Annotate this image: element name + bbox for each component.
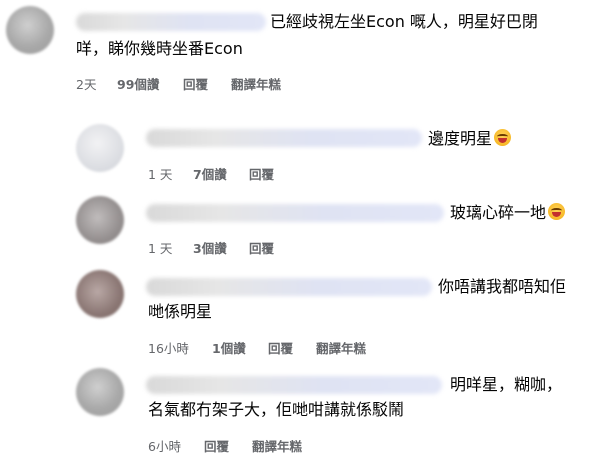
like-count[interactable]: 1個讚 xyxy=(212,338,246,357)
reply-button[interactable]: 回覆 xyxy=(249,164,274,183)
translate-button[interactable]: 翻譯年糕 xyxy=(231,74,281,93)
comment-text: 邊度明星 xyxy=(428,126,512,152)
translate-button[interactable]: 翻譯年糕 xyxy=(252,436,302,455)
comment-body: 玻璃心碎一地 xyxy=(450,203,547,222)
comment-text: 玻璃心碎一地 xyxy=(450,200,566,226)
comment-text: 明咩星，糊咖， xyxy=(450,375,563,394)
commenter-name-blurred[interactable] xyxy=(146,129,422,147)
comment-meta: 6小時 回覆 翻譯年糕 xyxy=(148,436,448,454)
comment-meta: 1 天 3個讚 回覆 xyxy=(148,238,348,256)
commenter-name-blurred[interactable] xyxy=(146,204,444,222)
like-count[interactable]: 7個讚 xyxy=(193,164,227,183)
comment-time[interactable]: 16小時 xyxy=(148,338,189,357)
commenter-name-blurred[interactable] xyxy=(76,13,266,31)
avatar[interactable] xyxy=(76,196,124,244)
comment-time[interactable]: 1 天 xyxy=(148,238,172,257)
like-count[interactable]: 3個讚 xyxy=(193,238,227,257)
comment-meta: 16小時 1個讚 回覆 翻譯年糕 xyxy=(148,338,448,356)
reply-button[interactable]: 回覆 xyxy=(183,74,208,93)
comment-text-cont: 哋係明星 xyxy=(148,302,213,321)
reply-button[interactable]: 回覆 xyxy=(268,338,293,357)
comment-meta: 2天 99個讚 回覆 翻譯年糕 xyxy=(76,74,376,92)
comment-time[interactable]: 1 天 xyxy=(148,164,172,183)
commenter-name-blurred[interactable] xyxy=(146,278,432,296)
laughing-crying-emoji-icon xyxy=(494,129,512,146)
comment-text-cont: 咩，睇你幾時坐番Econ xyxy=(76,39,243,58)
reply-button[interactable]: 回覆 xyxy=(204,436,229,455)
comment-time[interactable]: 2天 xyxy=(76,74,96,93)
comment-time[interactable]: 6小時 xyxy=(148,436,181,455)
laughing-crying-emoji-icon xyxy=(548,203,566,220)
comment-text: 已經歧視左坐Econ 嘅人，明星好巴閉 xyxy=(270,12,538,31)
translate-button[interactable]: 翻譯年糕 xyxy=(316,338,366,357)
comment-text: 你唔講我都唔知佢 xyxy=(438,277,567,296)
comment-meta: 1 天 7個讚 回覆 xyxy=(148,164,348,182)
like-count[interactable]: 99個讚 xyxy=(117,74,159,93)
avatar[interactable] xyxy=(76,368,124,416)
comment-text-cont: 名氣都冇架子大，佢哋咁講就係駁鬧 xyxy=(148,400,405,419)
comment-body: 邊度明星 xyxy=(428,129,493,148)
avatar[interactable] xyxy=(76,270,124,318)
avatar[interactable] xyxy=(6,6,54,54)
avatar[interactable] xyxy=(76,124,124,172)
reply-button[interactable]: 回覆 xyxy=(249,238,274,257)
commenter-name-blurred[interactable] xyxy=(146,376,442,394)
